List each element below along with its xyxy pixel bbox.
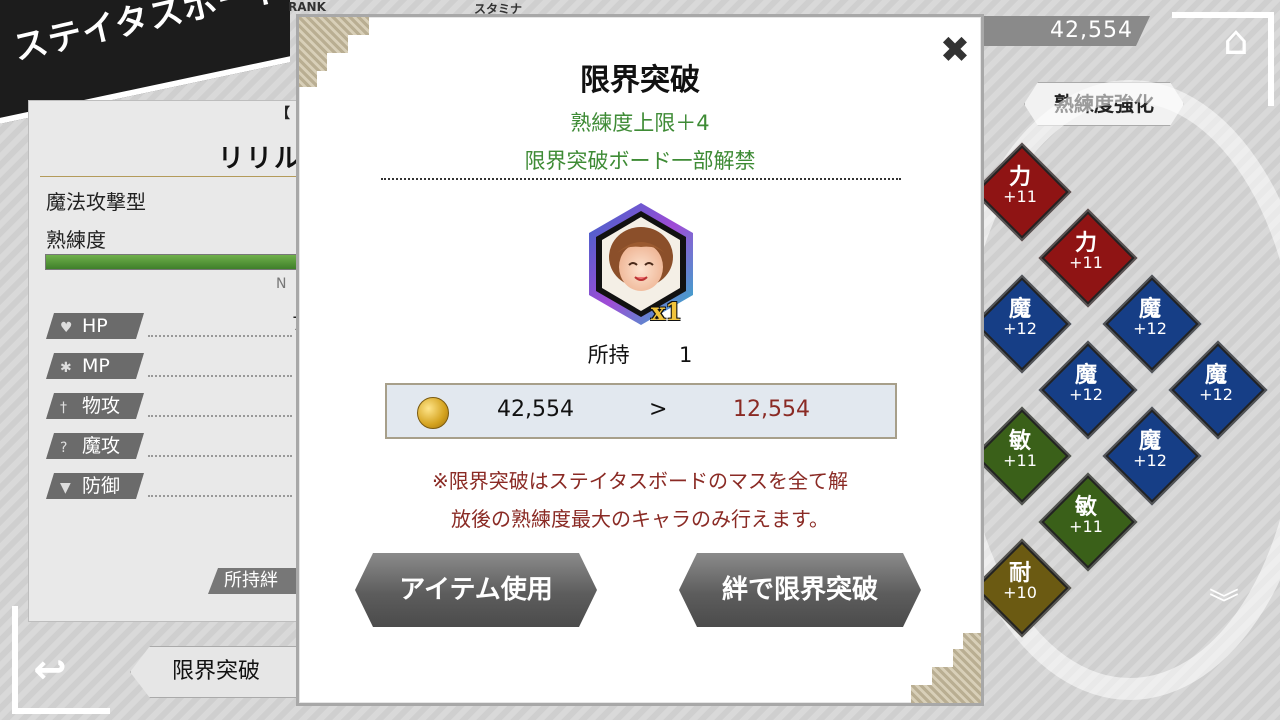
stat-row-defense: ▼防御 3 [46,473,316,499]
stat-label-physical-attack: † 物攻 [46,393,144,419]
board-tile-label: 敏 +11 [980,430,1060,470]
stat-dots [148,335,292,337]
currency-value: 42,554 [1050,18,1133,43]
owned-value: 1 [679,343,693,367]
board-tile-stat: 魔 [1204,363,1227,388]
gold-coin-icon [417,397,449,429]
use-item-button[interactable]: アイテム使用 [355,553,597,627]
stat-label-mp: ✱ MP [46,353,144,379]
board-tile-value: +12 [1003,319,1037,339]
board-tile-label: 魔 +12 [980,298,1060,338]
stat-label-defense: ▼ 防御 [46,473,144,499]
corner-decoration [911,633,981,703]
back-button[interactable]: ↩ [20,640,80,700]
board-tile-stat: 力 [1074,231,1097,256]
stat-row-physical-attack: †物攻 2 [46,393,316,419]
board-tile-value: +10 [1003,583,1037,603]
stat-label-hp: ♥ HP [46,313,144,339]
owned-count-row: 所持 1 [299,339,981,369]
stat-label-magic-attack: ? 魔攻 [46,433,144,459]
proficiency-bar [45,254,317,270]
character-name-prefix: 【 [276,106,290,122]
board-tile-stat: 魔 [1138,297,1161,322]
board-tile-value: +11 [1069,253,1103,273]
board-tile-stat: 敏 [1074,495,1097,520]
cost-box: 42,554 > 12,554 [385,383,897,439]
owned-bond-label: 所持絆 [208,568,308,594]
shield-icon: ▼ [60,480,71,496]
board-tile-stat: 敏 [1008,429,1031,454]
cost-after: 12,554 [733,397,810,422]
dialog-subtitle-unlock: 限界突破ボード一部解禁 [524,149,756,173]
proficiency-note: N [276,276,287,292]
board-tile-stat: 魔 [1138,429,1161,454]
heart-icon: ♥ [60,320,73,336]
stat-row-mp: ✱MP 1 [46,353,316,379]
tab-limit-break[interactable]: 限界突破 [130,646,302,698]
home-icon: ⌂ [1223,18,1249,64]
notice-line-2: 放後の熟練度最大のキャラのみ行えます。 [451,507,829,531]
stat-row-hp: ♥HP 74 [46,313,316,339]
board-tile-stat: 耐 [1008,561,1031,586]
board-tile-label: 耐 +10 [980,562,1060,602]
mp-icon: ✱ [60,360,72,376]
dialog-subtitle-cap: 熟練度上限＋4 [570,111,710,135]
cost-current: 42,554 [497,397,574,422]
stat-row-magic-attack: ?魔攻 1 [46,433,316,459]
board-tile-label: 魔 +12 [1110,430,1190,470]
board-tile-label: 魔 +12 [1176,364,1256,404]
character-type: 魔法攻撃型 [46,190,146,214]
board-tile-label: 魔 +12 [1046,364,1126,404]
character-name: リリル [218,144,303,174]
chevron-down-icon: ︾ [1209,587,1239,622]
scroll-down-button[interactable]: ︾ [1186,590,1262,636]
bond-limit-break-button[interactable]: 絆で限界突破 [679,553,921,627]
board-tile-label: 敏 +11 [1046,496,1126,536]
board-tile-value: +12 [1133,451,1167,471]
board-tile-stat: 力 [1008,165,1031,190]
board-tile-stat: 魔 [1008,297,1031,322]
board-tile-value: +12 [1069,385,1103,405]
limit-break-dialog: ✖ 限界突破 熟練度上限＋4 限界突破ボード一部解禁 x1 所持 1 42,55… [296,14,984,706]
board-tile-value: +12 [1133,319,1167,339]
stat-dots [148,455,292,457]
board-tile-value: +11 [1003,187,1037,207]
back-arrow-icon: ↩ [33,647,67,693]
board-tile-label: 魔 +12 [1110,298,1190,338]
dialog-divider [381,178,901,180]
notice-line-1: ※限界突破はステイタスボードのマスを全て解 [432,469,848,493]
cost-arrow: > [649,397,668,422]
board-tile-label: 力 +11 [1046,232,1126,272]
magic-icon: ? [60,440,68,456]
owned-label: 所持 [587,343,630,367]
board-tile-value: +12 [1199,385,1233,405]
board-tile-stat: 魔 [1074,363,1097,388]
stat-dots [148,375,292,377]
home-button[interactable]: ⌂ [1210,18,1262,64]
stat-dots [148,415,292,417]
dialog-title: 限界突破 [580,63,700,98]
board-tile-value: +11 [1003,451,1037,471]
board-tile-label: 力 +11 [980,166,1060,206]
sword-icon: † [60,400,67,416]
board-tile-value: +11 [1069,517,1103,537]
item-quantity-badge: x1 [651,297,683,326]
divider [40,176,300,177]
proficiency-label: 熟練度 [46,228,106,252]
stat-dots [148,495,292,497]
rank-label: RANK [288,0,326,14]
